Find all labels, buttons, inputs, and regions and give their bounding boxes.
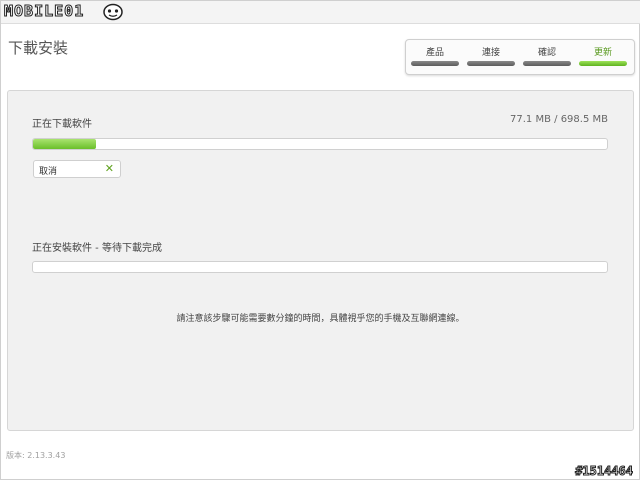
version-text: 版本: 2.13.3.43 — [6, 451, 66, 460]
step-label: 連接 — [481, 48, 500, 58]
step-bar — [467, 61, 515, 66]
step-product: 產品 — [409, 43, 461, 71]
step-bar — [523, 61, 571, 66]
app-window: MOBILE01 下載安裝 產品 連接 確認 更新 正在下載軟件 77.1 MB… — [0, 0, 640, 480]
step-label: 確認 — [537, 48, 556, 58]
close-icon: ✕ — [104, 162, 114, 175]
logo: MOBILE01 — [3, 2, 85, 21]
step-confirm: 確認 — [521, 43, 573, 71]
step-bar — [411, 61, 459, 66]
step-indicator: 產品 連接 確認 更新 — [405, 39, 635, 75]
info-note: 請注意該步驟可能需要數分鐘的時間，具體視乎您的手機及互聯網連線。 — [176, 314, 465, 324]
download-progress-fill — [33, 139, 97, 149]
logo-face-icon — [103, 3, 123, 21]
step-update: 更新 — [577, 43, 629, 71]
download-status-label: 正在下載軟件 — [32, 119, 92, 130]
step-label: 更新 — [593, 48, 612, 58]
step-label: 產品 — [425, 48, 444, 58]
page-title: 下載安裝 — [8, 39, 69, 57]
step-bar-active — [579, 61, 627, 66]
download-progress-bar — [32, 138, 608, 150]
install-status-label: 正在安裝軟件 - 等待下載完成 — [32, 243, 162, 254]
step-connect: 連接 — [465, 43, 517, 71]
download-size-text: 77.1 MB / 698.5 MB — [510, 114, 608, 125]
cancel-button-label: 取消 — [39, 167, 58, 177]
main-panel: 正在下載軟件 77.1 MB / 698.5 MB 取消 ✕ 正在安裝軟件 - … — [7, 90, 634, 431]
watermark: #1514464 — [575, 464, 634, 479]
top-bar: MOBILE01 — [1, 1, 640, 24]
install-progress-bar — [32, 261, 608, 273]
cancel-button[interactable]: 取消 ✕ — [33, 160, 121, 178]
